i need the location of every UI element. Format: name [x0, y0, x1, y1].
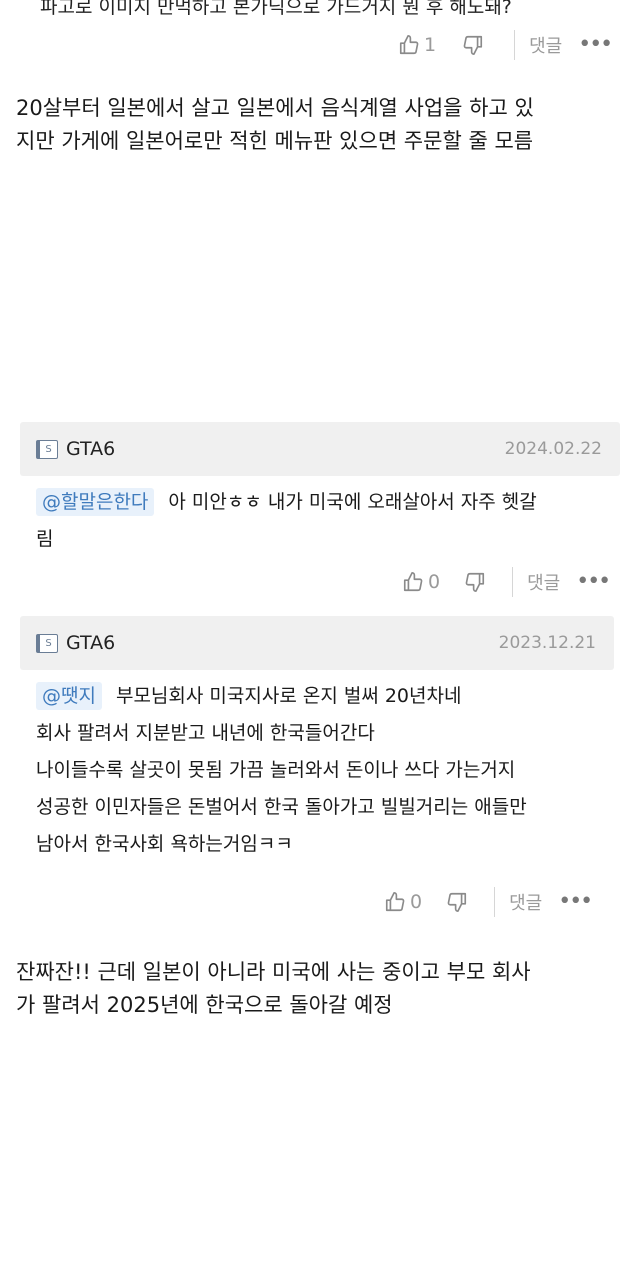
- s-badge-icon: S: [36, 633, 58, 653]
- reply-button[interactable]: 댓글: [509, 889, 542, 915]
- comment-text: 아 미안ㅎㅎ 내가 미국에 오래살아서 자주 헷갈: [168, 491, 537, 513]
- comment-text: 성공한 이민자들은 돈벌어서 한국 돌아가고 빌빌거리는 애들만: [36, 796, 527, 818]
- comment-text: 나이들수록 살곳이 못됨 가끔 놀러와서 돈이나 쓰다 가는거지: [36, 759, 516, 781]
- more-dots-icon[interactable]: •••: [578, 34, 613, 56]
- thumbs-up-icon: [403, 572, 423, 592]
- like-button[interactable]: 1: [398, 34, 436, 56]
- more-dots-icon[interactable]: •••: [558, 891, 593, 913]
- dislike-button[interactable]: [446, 891, 468, 913]
- comment-text: 남아서 한국사회 욕하는거임ㅋㅋ: [36, 833, 293, 855]
- like-count: 0: [428, 571, 441, 593]
- reply-button[interactable]: 댓글: [529, 32, 562, 58]
- comment-body: @땟지 부모님회사 미국지사로 온지 벌써 20년차네 회사 팔려서 지분받고 내…: [36, 678, 527, 863]
- paragraph-line: 지만 가게에 일본어로만 적힌 메뉴판 있으면 주문할 줄 모름: [16, 129, 534, 153]
- username: GTA6: [66, 438, 116, 460]
- dislike-button[interactable]: [464, 571, 486, 593]
- thumbs-down-icon: [447, 892, 467, 912]
- more-dots-icon[interactable]: •••: [576, 571, 611, 593]
- like-button[interactable]: 0: [402, 571, 440, 593]
- comment-text: 림: [36, 528, 54, 550]
- mention-tag[interactable]: @할말은한다: [36, 488, 155, 516]
- like-count: 1: [424, 34, 437, 56]
- paragraph-line: 가 팔려서 2025년에 한국으로 돌아갈 예정: [16, 993, 393, 1017]
- paragraph-line: 20살부터 일본에서 살고 일본에서 음식계열 사업을 하고 있: [16, 96, 534, 120]
- like-button[interactable]: 0: [384, 891, 422, 913]
- comment-user[interactable]: S GTA6: [36, 632, 115, 654]
- comment-text: 부모님회사 미국지사로 온지 벌써 20년차네: [115, 685, 462, 707]
- thumbs-down-icon: [465, 572, 485, 592]
- comment-text: 회사 팔려서 지분받고 내년에 한국들어간다: [36, 722, 375, 744]
- thumbs-down-icon: [463, 35, 483, 55]
- thumbs-up-icon: [399, 35, 419, 55]
- comment-user[interactable]: S GTA6: [36, 438, 115, 460]
- comment-actions: 1 댓글 •••: [398, 30, 613, 60]
- comment-header: S GTA6 2023.12.21: [20, 616, 614, 670]
- dislike-button[interactable]: [462, 34, 484, 56]
- like-count: 0: [410, 891, 423, 913]
- divider: [494, 887, 496, 917]
- reply-button[interactable]: 댓글: [527, 569, 560, 595]
- comment-date: 2023.12.21: [498, 633, 596, 653]
- cutoff-comment-text: 파고로 이미지 만먹하고 본가딕으로 가드거지 뭔 후 해도돼?: [40, 0, 512, 18]
- username: GTA6: [66, 632, 116, 654]
- comment-date: 2024.02.22: [504, 439, 602, 459]
- divider: [514, 30, 516, 60]
- comment-body: @할말은한다 아 미안ㅎㅎ 내가 미국에 오래살아서 자주 헷갈 림: [36, 484, 537, 558]
- divider: [512, 567, 514, 597]
- comment-actions: 0 댓글 •••: [384, 887, 593, 917]
- post-paragraph-2: 잔짜잔!! 근데 일본이 아니라 미국에 사는 중이고 부모 회사 가 팔려서 …: [16, 956, 628, 1022]
- post-paragraph-1: 20살부터 일본에서 살고 일본에서 음식계열 사업을 하고 있 지만 가게에 …: [16, 92, 628, 158]
- comment-actions: 0 댓글 •••: [402, 567, 611, 597]
- thumbs-up-icon: [385, 892, 405, 912]
- mention-tag[interactable]: @땟지: [36, 682, 102, 710]
- comment-header: S GTA6 2024.02.22: [20, 422, 620, 476]
- paragraph-line: 잔짜잔!! 근데 일본이 아니라 미국에 사는 중이고 부모 회사: [16, 960, 531, 984]
- s-badge-icon: S: [36, 439, 58, 459]
